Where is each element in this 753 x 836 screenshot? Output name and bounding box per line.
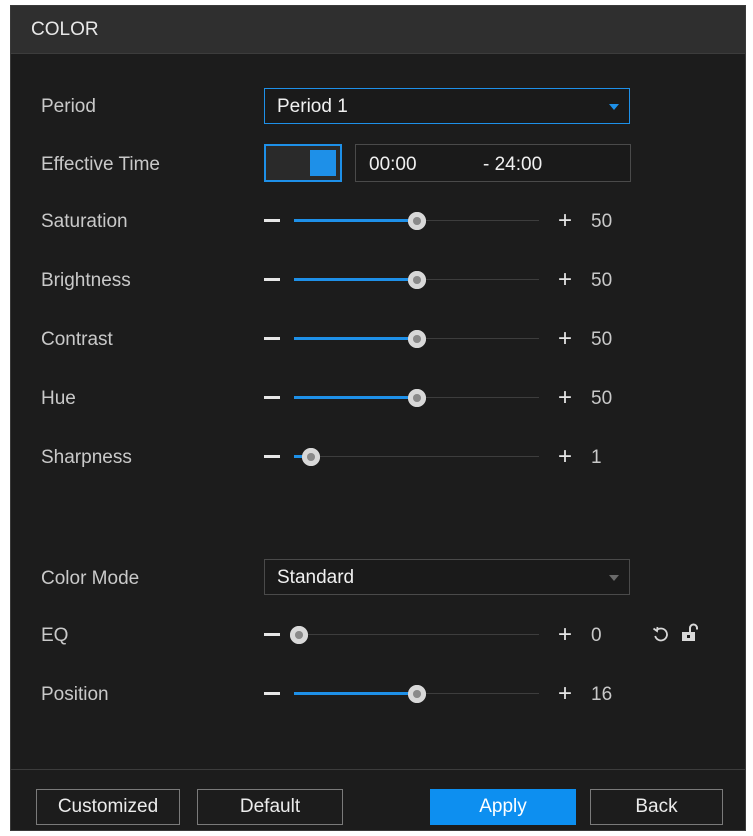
period-label: Period [41,96,96,117]
slider-thumb[interactable] [408,389,426,407]
brightness-slider[interactable]: + 50 [264,265,644,295]
back-button[interactable]: Back [590,789,723,825]
start-time[interactable]: 00:00 [369,154,417,176]
contrast-label: Contrast [41,329,113,350]
decrease-button[interactable] [264,337,280,340]
color-mode-value: Standard [277,567,355,588]
slider-fill [294,219,417,222]
increase-button[interactable]: + [558,679,572,709]
slider-thumb[interactable] [302,448,320,466]
saturation-label: Saturation [41,211,128,232]
brightness-label: Brightness [41,270,131,291]
eq-value: 0 [591,625,602,646]
slider-track[interactable] [294,448,539,466]
increase-button[interactable]: + [558,620,572,650]
position-value: 16 [591,684,613,705]
contrast-slider[interactable]: + 50 [264,324,644,354]
slider-track[interactable] [294,271,539,289]
decrease-button[interactable] [264,278,280,281]
slider-thumb[interactable] [408,271,426,289]
slider-thumb[interactable] [408,212,426,230]
sharpness-value: 1 [591,447,602,468]
hue-label: Hue [41,388,76,409]
slider-thumb[interactable] [408,685,426,703]
apply-button[interactable]: Apply [430,789,576,825]
saturation-value: 50 [591,211,613,232]
contrast-value: 50 [591,329,613,350]
color-mode-label: Color Mode [41,568,140,589]
unlock-icon[interactable] [681,623,699,643]
decrease-button[interactable] [264,219,280,222]
increase-button[interactable]: + [558,442,572,472]
customized-button[interactable]: Customized [36,789,180,825]
position-slider[interactable]: + 16 [264,679,644,709]
effective-time-range[interactable]: 00:00 - 24:00 [355,144,631,182]
effective-time-toggle[interactable] [264,144,342,182]
chevron-down-icon [609,575,619,581]
window-title: COLOR [31,19,99,40]
eq-label: EQ [41,625,69,646]
brightness-value: 50 [591,270,613,291]
slider-fill [294,396,417,399]
slider-track[interactable] [294,212,539,230]
decrease-button[interactable] [264,692,280,695]
slider-track[interactable] [290,626,539,644]
chevron-down-icon [609,104,619,110]
color-settings-panel: COLOR Period Period 1 Effective Time 00:… [10,5,746,831]
slider-thumb[interactable] [408,330,426,348]
sharpness-label: Sharpness [41,447,132,468]
slider-thumb[interactable] [290,626,308,644]
eq-slider[interactable]: + 0 [264,620,644,650]
hue-slider[interactable]: + 50 [264,383,644,413]
decrease-button[interactable] [264,633,280,636]
toggle-knob [310,150,336,176]
slider-fill [294,337,417,340]
slider-track[interactable] [294,389,539,407]
slider-track[interactable] [294,330,539,348]
sharpness-slider[interactable]: + 1 [264,442,644,472]
decrease-button[interactable] [264,396,280,399]
period-select[interactable]: Period 1 [264,88,630,124]
hue-value: 50 [591,388,613,409]
position-label: Position [41,684,109,705]
increase-button[interactable]: + [558,206,572,236]
footer-divider [11,769,745,770]
reset-icon[interactable] [652,625,670,643]
saturation-slider[interactable]: + 50 [264,206,644,236]
default-button[interactable]: Default [197,789,343,825]
increase-button[interactable]: + [558,265,572,295]
effective-time-label: Effective Time [41,154,160,175]
slider-track[interactable] [294,685,539,703]
slider-fill [294,278,417,281]
period-value: Period 1 [277,96,348,117]
decrease-button[interactable] [264,455,280,458]
increase-button[interactable]: + [558,324,572,354]
end-time[interactable]: - 24:00 [483,154,542,176]
increase-button[interactable]: + [558,383,572,413]
title-bar: COLOR [11,6,745,54]
slider-fill [294,692,417,695]
color-mode-select[interactable]: Standard [264,559,630,595]
